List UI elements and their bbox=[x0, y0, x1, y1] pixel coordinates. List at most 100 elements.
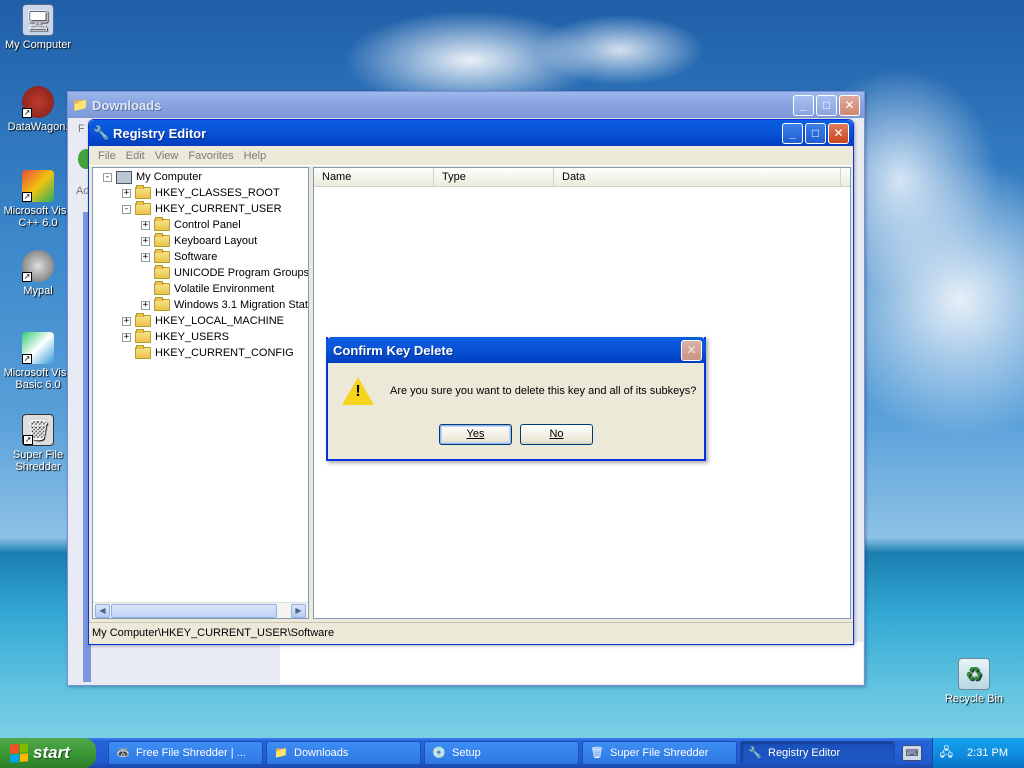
tree-node-unicode-program-groups[interactable]: UNICODE Program Groups bbox=[141, 265, 308, 281]
tree-node-label: Volatile Environment bbox=[174, 283, 275, 295]
folder-icon bbox=[154, 217, 170, 231]
minimize-button[interactable]: _ bbox=[782, 122, 803, 144]
desktop-icon-super-file-shredder[interactable]: 🗑 ↗ Super File Shredder bbox=[0, 414, 76, 473]
menu-edit[interactable]: Edit bbox=[121, 150, 150, 162]
tree-node-software[interactable]: + Software bbox=[141, 249, 217, 265]
regedit-titlebar[interactable]: 🔧 Registry Editor _ □ ✕ bbox=[89, 120, 853, 146]
tree-node-label: Windows 3.1 Migration Stat bbox=[174, 299, 308, 311]
tree-node-hkcc[interactable]: HKEY_CURRENT_CONFIG bbox=[122, 345, 294, 361]
tree-node-windows-31-migration[interactable]: + Windows 3.1 Migration Stat bbox=[141, 297, 308, 313]
tree-node-label: HKEY_USERS bbox=[155, 331, 229, 343]
scroll-left-icon[interactable]: ◀ bbox=[95, 604, 110, 618]
column-header-name[interactable]: Name bbox=[314, 168, 434, 187]
tree-node-control-panel[interactable]: + Control Panel bbox=[141, 217, 241, 233]
task-label: Free File Shredder | ... bbox=[136, 747, 246, 759]
visual-basic-icon: ↗ bbox=[22, 332, 54, 364]
clock[interactable]: 2:31 PM bbox=[967, 747, 1008, 759]
task-setup[interactable]: 💿 Setup bbox=[424, 741, 579, 765]
recycle-bin-icon: ♻ bbox=[958, 658, 990, 690]
task-super-file-shredder[interactable]: 🗑 Super File Shredder bbox=[582, 741, 737, 765]
tree-node-label: HKEY_CURRENT_CONFIG bbox=[155, 347, 294, 359]
tree-node-label: My Computer bbox=[136, 171, 203, 183]
task-registry-editor[interactable]: 🔧 Registry Editor bbox=[740, 741, 895, 765]
folder-icon bbox=[135, 201, 151, 215]
registry-tree[interactable]: - My Computer + HKEY_CLASSES_ROOT - HKEY… bbox=[92, 167, 309, 619]
desktop-icon-visual-cpp[interactable]: ↗ Microsoft Visu C++ 6.0 bbox=[0, 170, 76, 229]
desktop-icon-label: Microsoft Visu C++ 6.0 bbox=[3, 205, 73, 229]
start-label: start bbox=[33, 743, 70, 762]
expand-icon[interactable]: + bbox=[122, 332, 131, 342]
tree-node-hkcu[interactable]: - HKEY_CURRENT_USER bbox=[122, 201, 282, 217]
my-computer-icon: 🖥 bbox=[22, 4, 54, 36]
desktop-icon-label: Mypal bbox=[23, 285, 53, 297]
downloads-titlebar[interactable]: 📁 Downloads _ □ ✕ bbox=[68, 92, 864, 118]
computer-icon bbox=[116, 170, 132, 184]
dialog-titlebar[interactable]: Confirm Key Delete ✕ bbox=[326, 337, 706, 363]
network-icon[interactable]: 🖧 bbox=[940, 743, 953, 764]
desktop-icon-label: DataWagon. bbox=[7, 121, 69, 133]
browser-icon: 🦝 bbox=[116, 747, 130, 759]
menu-view[interactable]: View bbox=[150, 150, 184, 162]
collapse-icon[interactable]: - bbox=[103, 172, 112, 182]
regedit-title: Registry Editor bbox=[113, 125, 207, 141]
task-downloads[interactable]: 📁 Downloads bbox=[266, 741, 421, 765]
task-label: Downloads bbox=[294, 747, 349, 759]
tree-node-label: HKEY_CURRENT_USER bbox=[155, 203, 282, 215]
tree-node-label: HKEY_CLASSES_ROOT bbox=[155, 187, 280, 199]
no-button[interactable]: No bbox=[520, 424, 593, 445]
tree-node-keyboard-layout[interactable]: + Keyboard Layout bbox=[141, 233, 257, 249]
list-header: Name Type Data bbox=[314, 168, 850, 187]
datawagon-icon: ↗ bbox=[22, 86, 54, 118]
tree-node-hklm[interactable]: + HKEY_LOCAL_MACHINE bbox=[122, 313, 284, 329]
desktop-icon-mypal[interactable]: ↗ Mypal bbox=[0, 250, 76, 297]
yes-button[interactable]: Yes bbox=[439, 424, 512, 445]
tree-node-hkcr[interactable]: + HKEY_CLASSES_ROOT bbox=[122, 185, 280, 201]
menu-file[interactable]: File bbox=[93, 150, 121, 162]
desktop-icon-recycle-bin[interactable]: ♻ Recycle Bin bbox=[936, 658, 1012, 705]
desktop-icon-datawagon[interactable]: ↗ DataWagon. bbox=[0, 86, 76, 133]
tree-node-my-computer[interactable]: - My Computer bbox=[103, 169, 202, 185]
close-button[interactable]: ✕ bbox=[839, 94, 860, 116]
tree-horizontal-scrollbar[interactable]: ◀ ▶ bbox=[93, 602, 308, 618]
warning-exclamation-icon: ! bbox=[355, 383, 361, 400]
downloads-menu-fragment[interactable]: F bbox=[78, 123, 85, 135]
tree-node-label: Software bbox=[174, 251, 218, 263]
desktop-icon-label: Microsoft Visu Basic 6.0 bbox=[3, 367, 73, 391]
expand-icon[interactable]: + bbox=[141, 220, 150, 230]
column-header-type[interactable]: Type bbox=[434, 168, 554, 187]
tree-node-hku[interactable]: + HKEY_USERS bbox=[122, 329, 229, 345]
desktop-icon-label: Super File Shredder bbox=[12, 449, 64, 473]
menu-help[interactable]: Help bbox=[239, 150, 272, 162]
column-header-data[interactable]: Data bbox=[554, 168, 841, 187]
expand-icon[interactable]: + bbox=[141, 236, 150, 246]
start-button[interactable]: start bbox=[0, 738, 96, 768]
folder-icon bbox=[154, 233, 170, 247]
status-bar: My Computer\HKEY_CURRENT_USER\Software bbox=[89, 622, 853, 642]
tree-node-volatile-environment[interactable]: Volatile Environment bbox=[141, 281, 274, 297]
scroll-right-icon[interactable]: ▶ bbox=[291, 604, 306, 618]
task-free-file-shredder[interactable]: 🦝 Free File Shredder | ... bbox=[108, 741, 263, 765]
desktop-icon-my-computer[interactable]: 🖥 My Computer bbox=[0, 4, 76, 51]
desktop-icon-visual-basic[interactable]: ↗ Microsoft Visu Basic 6.0 bbox=[0, 332, 76, 391]
maximize-button[interactable]: □ bbox=[816, 94, 837, 116]
desktop-icon-label: Recycle Bin bbox=[944, 693, 1004, 705]
expand-icon[interactable]: + bbox=[122, 188, 131, 198]
collapse-icon[interactable]: - bbox=[122, 204, 131, 214]
menu-favorites[interactable]: Favorites bbox=[183, 150, 238, 162]
minimize-button[interactable]: _ bbox=[793, 94, 814, 116]
mypal-icon: ↗ bbox=[22, 250, 54, 282]
shredder-icon: 🗑 ↗ bbox=[22, 414, 54, 446]
expand-icon[interactable]: + bbox=[122, 316, 131, 326]
task-label: Super File Shredder bbox=[610, 747, 709, 759]
maximize-button[interactable]: □ bbox=[805, 122, 826, 144]
close-button[interactable]: ✕ bbox=[828, 122, 849, 144]
expand-icon[interactable]: + bbox=[141, 252, 150, 262]
folder-icon bbox=[154, 265, 170, 279]
expand-icon[interactable]: + bbox=[141, 300, 150, 310]
tree-node-label: HKEY_LOCAL_MACHINE bbox=[155, 315, 284, 327]
keyboard-icon[interactable]: ⌨ bbox=[902, 745, 922, 761]
confirm-key-delete-dialog[interactable]: Confirm Key Delete ✕ ! Are you sure you … bbox=[326, 337, 706, 461]
visual-cpp-icon: ↗ bbox=[22, 170, 54, 202]
folder-icon bbox=[135, 185, 151, 199]
scroll-thumb[interactable] bbox=[111, 604, 277, 618]
